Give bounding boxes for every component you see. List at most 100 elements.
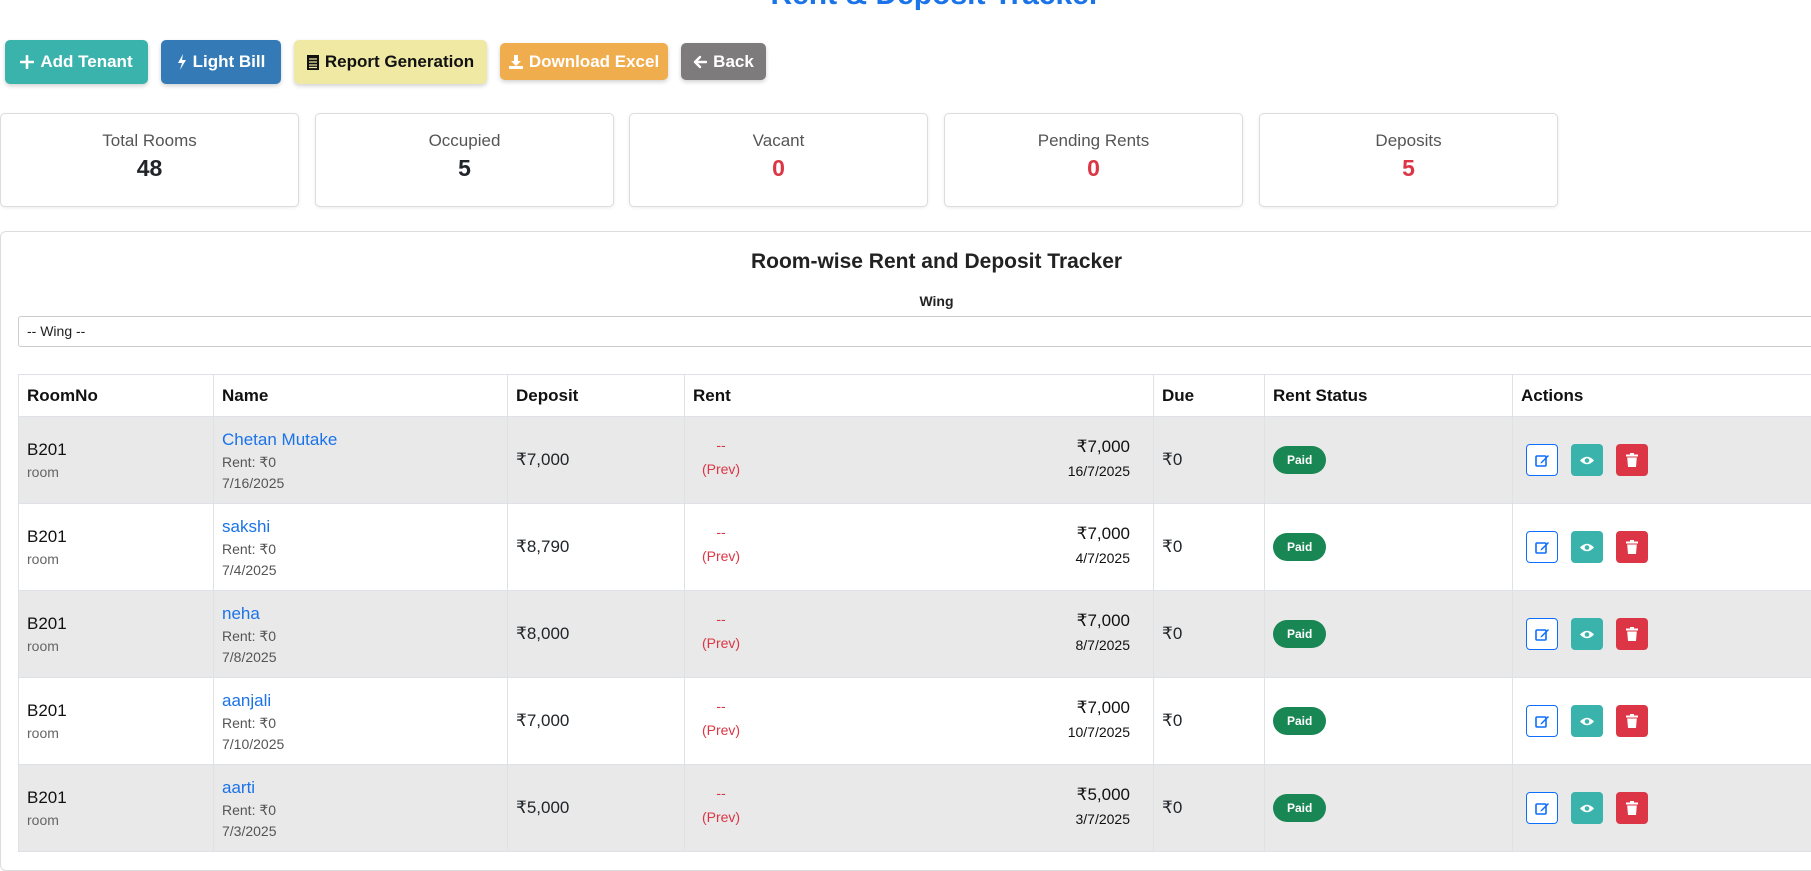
tenant-rent-line: Rent: ₹0 xyxy=(222,454,499,471)
rent-amount: ₹7,000 xyxy=(1076,524,1131,544)
due-cell: ₹0 xyxy=(1154,504,1265,591)
delete-button[interactable] xyxy=(1616,618,1648,650)
status-cell: Paid xyxy=(1265,504,1513,591)
delete-button[interactable] xyxy=(1616,705,1648,737)
stat-label: Occupied xyxy=(316,131,613,151)
due-cell: ₹0 xyxy=(1154,765,1265,852)
trash-icon xyxy=(1626,627,1638,641)
stat-value: 0 xyxy=(945,155,1242,182)
tenant-name-link[interactable]: Chetan Mutake xyxy=(222,430,499,450)
tenant-date: 7/16/2025 xyxy=(222,475,499,491)
table-row: B201 room aanjali Rent: ₹0 7/10/2025 ₹7,… xyxy=(19,678,1811,765)
page-title: Rent & Deposit Tracker xyxy=(0,0,1811,12)
add-tenant-button[interactable]: Add Tenant xyxy=(5,40,148,84)
tenant-name-link[interactable]: sakshi xyxy=(222,517,499,537)
view-button[interactable] xyxy=(1571,792,1603,824)
name-cell: neha Rent: ₹0 7/8/2025 xyxy=(214,591,508,678)
rent-date: 3/7/2025 xyxy=(1076,811,1131,827)
download-excel-button[interactable]: Download Excel xyxy=(500,43,668,80)
prev-dash: -- xyxy=(701,698,741,714)
light-bill-button[interactable]: Light Bill xyxy=(161,40,281,84)
room-cell: B201 room xyxy=(19,678,214,765)
stat-label: Deposits xyxy=(1260,131,1557,151)
view-button[interactable] xyxy=(1571,444,1603,476)
trash-icon xyxy=(1626,801,1638,815)
wing-select[interactable]: -- Wing -- xyxy=(18,316,1811,347)
rent-cell: -- (Prev) ₹7,000 8/7/2025 xyxy=(685,591,1154,678)
back-button[interactable]: Back xyxy=(681,43,766,80)
eye-icon xyxy=(1579,542,1595,553)
room-type: room xyxy=(27,464,205,480)
table-row: B201 room aarti Rent: ₹0 7/3/2025 ₹5,000… xyxy=(19,765,1811,852)
report-generation-button[interactable]: Report Generation xyxy=(294,40,487,84)
tenant-rent-line: Rent: ₹0 xyxy=(222,628,499,645)
view-button[interactable] xyxy=(1571,705,1603,737)
stat-card-pending-rents: Pending Rents 0 xyxy=(944,113,1243,207)
edit-button[interactable] xyxy=(1526,618,1558,650)
rent-date: 8/7/2025 xyxy=(1076,637,1131,653)
room-number: B201 xyxy=(27,788,205,808)
room-type: room xyxy=(27,638,205,654)
stat-card-total-rooms: Total Rooms 48 xyxy=(0,113,299,207)
trash-icon xyxy=(1626,540,1638,554)
due-cell: ₹0 xyxy=(1154,591,1265,678)
name-cell: aarti Rent: ₹0 7/3/2025 xyxy=(214,765,508,852)
prev-rent: -- (Prev) xyxy=(701,524,741,564)
rent-amount: ₹7,000 xyxy=(1076,611,1131,631)
edit-button[interactable] xyxy=(1526,792,1558,824)
tenant-name-link[interactable]: aanjali xyxy=(222,691,499,711)
delete-button[interactable] xyxy=(1616,792,1648,824)
tracker-table: RoomNo Name Deposit Rent Due Rent Status… xyxy=(18,374,1811,852)
edit-button[interactable] xyxy=(1526,705,1558,737)
plus-icon xyxy=(20,55,34,69)
edit-button[interactable] xyxy=(1526,531,1558,563)
rent-amount: ₹7,000 xyxy=(1068,698,1130,718)
tenant-date: 7/10/2025 xyxy=(222,736,499,752)
rent-cell: -- (Prev) ₹5,000 3/7/2025 xyxy=(685,765,1154,852)
status-badge: Paid xyxy=(1273,533,1326,561)
room-cell: B201 room xyxy=(19,765,214,852)
status-badge: Paid xyxy=(1273,707,1326,735)
tenant-name-link[interactable]: aarti xyxy=(222,778,499,798)
prev-label: (Prev) xyxy=(701,722,741,738)
trash-icon xyxy=(1626,453,1638,467)
status-badge: Paid xyxy=(1273,794,1326,822)
rent-date: 4/7/2025 xyxy=(1076,550,1131,566)
stat-value: 5 xyxy=(1260,155,1557,182)
prev-label: (Prev) xyxy=(701,809,741,825)
tenant-rent-line: Rent: ₹0 xyxy=(222,541,499,558)
view-button[interactable] xyxy=(1571,618,1603,650)
edit-button[interactable] xyxy=(1526,444,1558,476)
current-rent: ₹7,000 10/7/2025 xyxy=(1068,698,1130,740)
eye-icon xyxy=(1579,716,1595,727)
stat-card-vacant: Vacant 0 xyxy=(629,113,928,207)
prev-rent: -- (Prev) xyxy=(701,785,741,825)
view-button[interactable] xyxy=(1571,531,1603,563)
rent-amount: ₹7,000 xyxy=(1068,437,1130,457)
status-cell: Paid xyxy=(1265,417,1513,504)
column-header: Rent Status xyxy=(1265,375,1513,417)
prev-label: (Prev) xyxy=(701,635,741,651)
current-rent: ₹7,000 16/7/2025 xyxy=(1068,437,1130,479)
tenant-name-link[interactable]: neha xyxy=(222,604,499,624)
table-row: B201 room neha Rent: ₹0 7/8/2025 ₹8,000 … xyxy=(19,591,1811,678)
actions-cell xyxy=(1513,591,1811,678)
delete-button[interactable] xyxy=(1616,531,1648,563)
deposit-cell: ₹8,000 xyxy=(508,591,685,678)
edit-icon xyxy=(1535,627,1550,642)
tracker-panel: Room-wise Rent and Deposit Tracker Wing … xyxy=(0,231,1811,871)
current-rent: ₹7,000 4/7/2025 xyxy=(1076,524,1131,566)
table-row: B201 room Chetan Mutake Rent: ₹0 7/16/20… xyxy=(19,417,1811,504)
delete-button[interactable] xyxy=(1616,444,1648,476)
stat-card-deposits: Deposits 5 xyxy=(1259,113,1558,207)
arrow-left-icon xyxy=(693,55,707,69)
deposit-cell: ₹8,790 xyxy=(508,504,685,591)
stat-value: 0 xyxy=(630,155,927,182)
wing-label: Wing xyxy=(1,293,1811,309)
prev-label: (Prev) xyxy=(701,548,741,564)
prev-rent: -- (Prev) xyxy=(701,437,741,477)
prev-dash: -- xyxy=(701,785,741,801)
prev-label: (Prev) xyxy=(701,461,741,477)
prev-rent: -- (Prev) xyxy=(701,698,741,738)
current-rent: ₹7,000 8/7/2025 xyxy=(1076,611,1131,653)
